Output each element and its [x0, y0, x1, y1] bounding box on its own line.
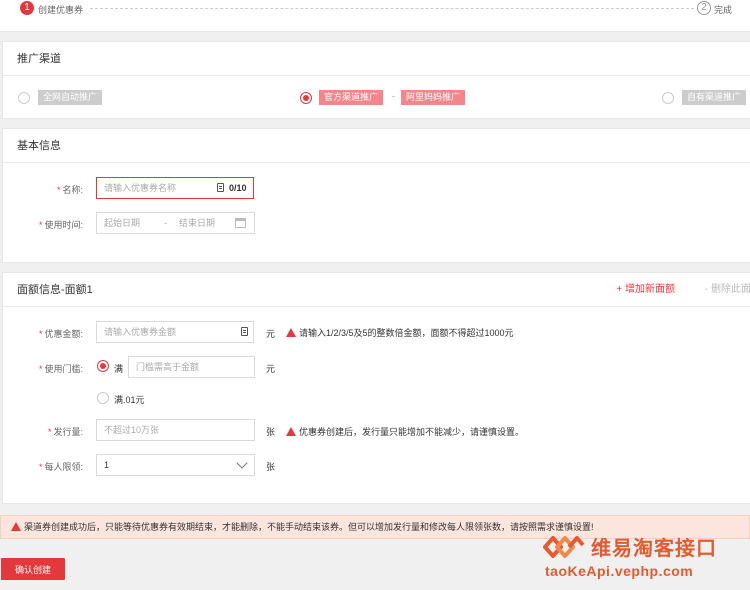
- warning-icon: [286, 328, 296, 337]
- name-label: * 名称:: [56, 185, 83, 195]
- watermark-logo: 维易淘客接口 taoKeApi.vephp.com: [543, 531, 743, 581]
- warning-icon: [286, 427, 296, 436]
- basic-info-title: 基本信息: [3, 129, 750, 163]
- watermark-url: taoKeApi.vephp.com: [545, 563, 694, 579]
- channel-panel-title: 推广渠道: [3, 42, 750, 76]
- end-date-input[interactable]: 结束日期: [179, 213, 215, 233]
- radio-threshold-alt[interactable]: [97, 392, 109, 404]
- coupon-amount-input[interactable]: 请输入优惠券金额: [96, 321, 254, 343]
- issue-warning: 优惠券创建后，发行量只能增加不能减少，请谨慎设置。: [286, 425, 524, 438]
- threshold-unit: 元: [266, 364, 276, 374]
- tag-channel-own[interactable]: 自有渠道推广: [682, 90, 747, 105]
- tag-channel-alimama[interactable]: 阿里妈妈推广: [401, 90, 466, 105]
- threshold-input[interactable]: 门槛需高于金额: [128, 356, 255, 378]
- chevron-down-icon: [236, 457, 248, 469]
- tag-channel-official[interactable]: 官方渠道推广: [319, 90, 384, 105]
- limit-unit: 张: [266, 462, 276, 472]
- threshold-label: * 使用门槛:: [38, 364, 83, 374]
- name-char-counter: 0/10: [229, 183, 247, 193]
- radio-channel-official[interactable]: [300, 92, 312, 104]
- threshold-alt-label: 满.01元: [114, 395, 145, 405]
- step-2-label: 完成: [714, 5, 733, 15]
- issue-quantity-label: * 发行量:: [47, 427, 83, 437]
- coupon-amount-label: * 优惠金额:: [38, 329, 83, 339]
- tag-channel-all[interactable]: 全网自动推广: [38, 90, 103, 105]
- watermark-name: 维易淘客接口: [591, 538, 717, 560]
- date-range-picker[interactable]: 起始日期 - 结束日期: [96, 212, 255, 234]
- add-amount-button[interactable]: + 增加新面额: [616, 273, 675, 307]
- threshold-full-label: 满: [114, 364, 124, 374]
- calendar-icon: [235, 218, 246, 228]
- basic-info-panel: 基本信息 * 名称: 请输入优惠券名称 0/10 * 使用时间: 起始日期 - 结束…: [2, 128, 750, 263]
- start-date-input[interactable]: 起始日期: [104, 218, 140, 228]
- step-1-label: 创建优惠券: [38, 5, 84, 15]
- step-2-indicator: 2: [697, 1, 711, 15]
- per-user-limit-label: * 每人限领:: [38, 462, 83, 472]
- use-time-label: * 使用时间:: [38, 220, 83, 230]
- radio-channel-own[interactable]: [662, 92, 674, 104]
- warning-icon: [11, 522, 21, 531]
- step-1-indicator: 1: [20, 1, 34, 15]
- radio-threshold-full[interactable]: [97, 360, 109, 372]
- coupon-name-input[interactable]: 请输入优惠券名称 0/10: [96, 177, 254, 199]
- radio-channel-all[interactable]: [18, 92, 30, 104]
- issue-quantity-input[interactable]: 不超过10万张: [96, 419, 255, 441]
- amount-warning: 请输入1/2/3/5及5的整数倍金额，面额不得超过1000元: [286, 326, 514, 339]
- amount-panel: 面额信息-面额1 + 增加新面额 - 删除此面额 *优惠金额: 请输入优惠券金额…: [2, 272, 750, 504]
- per-user-limit-select[interactable]: 1: [96, 454, 255, 476]
- amount-unit: 元: [266, 329, 276, 339]
- channel-panel: 推广渠道 全网自动推广 官方渠道推广 - 阿里妈妈推广 自有渠道推广: [2, 41, 750, 119]
- input-clear-icon: [217, 183, 224, 192]
- channel-separator: -: [392, 91, 395, 101]
- logo-mark-icon: [543, 536, 585, 558]
- date-range-separator: -: [164, 218, 167, 228]
- input-clear-icon: [241, 327, 248, 336]
- step-progress: 1 创建优惠券 2 完成: [0, 0, 750, 32]
- step-connector: [90, 8, 694, 9]
- delete-amount-button[interactable]: - 删除此面额: [705, 273, 750, 307]
- amount-panel-header: 面额信息-面额1 + 增加新面额 - 删除此面额: [3, 273, 750, 307]
- confirm-create-button[interactable]: 确认创建: [1, 558, 65, 580]
- amount-panel-title: 面额信息-面额1: [17, 284, 93, 296]
- issue-unit: 张: [266, 427, 276, 437]
